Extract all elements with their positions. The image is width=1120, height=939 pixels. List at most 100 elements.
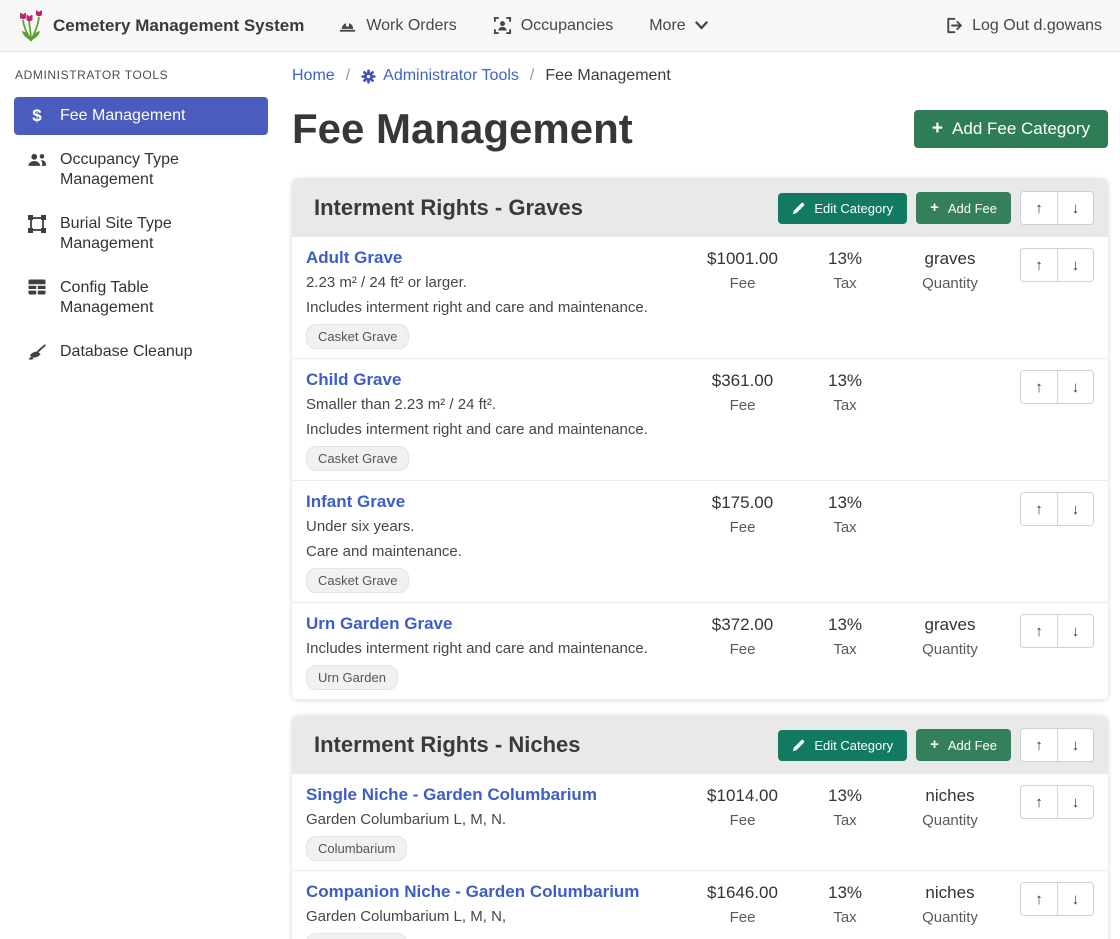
move-fee-up-button[interactable]: ↑ bbox=[1021, 786, 1057, 818]
fee-type-badge: Casket Grave bbox=[306, 568, 409, 593]
fee-reorder-group: ↑ ↓ bbox=[1020, 370, 1094, 404]
fee-tax-col: 13% Tax bbox=[800, 248, 890, 349]
fee-quantity-label: Quantity bbox=[890, 812, 1010, 829]
fee-name-link[interactable]: Companion Niche - Garden Columbarium bbox=[306, 882, 639, 902]
move-fee-down-button[interactable]: ↓ bbox=[1057, 615, 1093, 647]
pencil-icon bbox=[792, 202, 805, 215]
move-category-up-button[interactable]: ↑ bbox=[1021, 729, 1057, 761]
category-body: Adult Grave 2.23 m² / 24 ft² or larger. … bbox=[292, 237, 1108, 700]
arrow-down-icon: ↓ bbox=[1072, 379, 1080, 396]
logout-button[interactable]: Log Out d.gowans bbox=[944, 16, 1102, 35]
category-title: Interment Rights - Graves bbox=[314, 195, 778, 221]
fee-reorder: ↑ ↓ bbox=[1010, 882, 1094, 939]
fee-amount-label: Fee bbox=[685, 909, 800, 926]
nav-item-occupancies[interactable]: Occupancies bbox=[493, 16, 614, 35]
move-fee-down-button[interactable]: ↓ bbox=[1057, 249, 1093, 281]
fee-tax-col: 13% Tax bbox=[800, 492, 890, 593]
add-fee-button[interactable]: + Add Fee bbox=[916, 192, 1011, 224]
move-category-down-button[interactable]: ↓ bbox=[1057, 192, 1093, 224]
add-fee-category-button[interactable]: + Add Fee Category bbox=[914, 110, 1108, 148]
fee-type-badge: Casket Grave bbox=[306, 446, 409, 471]
fee-amount: $361.00 bbox=[685, 371, 800, 391]
move-category-up-button[interactable]: ↑ bbox=[1021, 192, 1057, 224]
fee-type-badge: Columbarium bbox=[306, 836, 407, 861]
hard-hat-icon bbox=[338, 16, 357, 35]
move-fee-down-button[interactable]: ↓ bbox=[1057, 883, 1093, 915]
move-fee-up-button[interactable]: ↑ bbox=[1021, 883, 1057, 915]
fee-row: Urn Garden Grave Includes interment righ… bbox=[292, 603, 1108, 700]
fee-info: Companion Niche - Garden Columbarium Gar… bbox=[306, 882, 685, 939]
nav-item-more[interactable]: More bbox=[649, 17, 707, 35]
move-fee-up-button[interactable]: ↑ bbox=[1021, 615, 1057, 647]
move-fee-down-button[interactable]: ↓ bbox=[1057, 786, 1093, 818]
fee-tax: 13% bbox=[800, 786, 890, 806]
app-title: Cemetery Management System bbox=[53, 16, 304, 36]
add-fee-button[interactable]: + Add Fee bbox=[916, 729, 1011, 761]
fee-type-badge: Casket Grave bbox=[306, 324, 409, 349]
fee-name-link[interactable]: Infant Grave bbox=[306, 492, 405, 512]
edit-category-label: Edit Category bbox=[814, 201, 893, 216]
fee-name-link[interactable]: Urn Garden Grave bbox=[306, 614, 452, 634]
arrow-up-icon: ↑ bbox=[1035, 891, 1043, 908]
fee-row: Companion Niche - Garden Columbarium Gar… bbox=[292, 871, 1108, 939]
chevron-down-icon bbox=[695, 21, 708, 30]
move-category-down-button[interactable]: ↓ bbox=[1057, 729, 1093, 761]
sidebar-item-label: Occupancy Type Management bbox=[60, 150, 240, 190]
sidebar-heading: ADMINISTRATOR TOOLS bbox=[15, 68, 268, 82]
app-brand[interactable]: Cemetery Management System bbox=[18, 10, 304, 42]
arrow-up-icon: ↑ bbox=[1035, 623, 1043, 640]
fee-quantity-col: niches Quantity bbox=[890, 785, 1010, 861]
arrow-up-icon: ↑ bbox=[1035, 257, 1043, 274]
fee-desc-1: Garden Columbarium L, M, N. bbox=[306, 810, 677, 829]
fee-quantity-label: Quantity bbox=[890, 275, 1010, 292]
sidebar-item-label: Database Cleanup bbox=[60, 342, 193, 362]
fee-amount-col: $372.00 Fee bbox=[685, 614, 800, 690]
breadcrumb-current: Fee Management bbox=[545, 67, 670, 85]
fee-reorder-group: ↑ ↓ bbox=[1020, 785, 1094, 819]
sidebar-item-burial-site-type-management[interactable]: Burial Site Type Management bbox=[14, 205, 268, 263]
move-fee-up-button[interactable]: ↑ bbox=[1021, 371, 1057, 403]
move-fee-down-button[interactable]: ↓ bbox=[1057, 493, 1093, 525]
dollar-icon: $ bbox=[26, 107, 48, 125]
sidebar-item-occupancy-type-management[interactable]: Occupancy Type Management bbox=[14, 141, 268, 199]
fee-name-link[interactable]: Single Niche - Garden Columbarium bbox=[306, 785, 597, 805]
breadcrumb-admin-tools-link[interactable]: Administrator Tools bbox=[383, 67, 519, 85]
add-fee-label: Add Fee bbox=[948, 738, 997, 753]
fee-desc-1: Under six years. bbox=[306, 517, 677, 536]
fee-amount: $175.00 bbox=[685, 493, 800, 513]
fee-info: Infant Grave Under six years. Care and m… bbox=[306, 492, 685, 593]
move-fee-up-button[interactable]: ↑ bbox=[1021, 249, 1057, 281]
plus-icon: + bbox=[930, 737, 939, 753]
nav-item-label: Occupancies bbox=[521, 17, 614, 35]
sidebar-item-label: Fee Management bbox=[60, 106, 185, 126]
breadcrumb-separator: / bbox=[530, 67, 534, 85]
sidebar-item-fee-management[interactable]: $ Fee Management bbox=[14, 97, 268, 135]
arrow-up-icon: ↑ bbox=[1035, 501, 1043, 518]
move-fee-up-button[interactable]: ↑ bbox=[1021, 493, 1057, 525]
fee-quantity: graves bbox=[890, 615, 1010, 635]
logout-icon bbox=[944, 16, 963, 35]
nav-item-work-orders[interactable]: Work Orders bbox=[338, 16, 456, 35]
fee-tax-label: Tax bbox=[800, 812, 890, 829]
arrow-down-icon: ↓ bbox=[1072, 794, 1080, 811]
fee-name-link[interactable]: Child Grave bbox=[306, 370, 401, 390]
breadcrumb-home-link[interactable]: Home bbox=[292, 67, 335, 85]
fee-reorder-group: ↑ ↓ bbox=[1020, 614, 1094, 648]
page-title: Fee Management bbox=[292, 103, 633, 155]
sidebar: ADMINISTRATOR TOOLS $ Fee Management Occ… bbox=[0, 52, 280, 939]
category-header: Interment Rights - Niches Edit Category … bbox=[292, 716, 1108, 774]
fee-amount-label: Fee bbox=[685, 812, 800, 829]
sidebar-item-config-table-management[interactable]: Config Table Management bbox=[14, 269, 268, 327]
tulip-logo-icon bbox=[18, 10, 44, 42]
fee-tax-col: 13% Tax bbox=[800, 785, 890, 861]
fee-quantity-col: graves Quantity bbox=[890, 614, 1010, 690]
edit-category-button[interactable]: Edit Category bbox=[778, 730, 907, 761]
fee-reorder: ↑ ↓ bbox=[1010, 614, 1094, 690]
gear-icon bbox=[361, 69, 376, 84]
fee-name-link[interactable]: Adult Grave bbox=[306, 248, 402, 268]
sidebar-item-database-cleanup[interactable]: Database Cleanup bbox=[14, 333, 268, 371]
plus-icon: + bbox=[930, 200, 939, 216]
edit-category-button[interactable]: Edit Category bbox=[778, 193, 907, 224]
move-fee-down-button[interactable]: ↓ bbox=[1057, 371, 1093, 403]
fee-desc-2: Includes interment right and care and ma… bbox=[306, 298, 677, 317]
